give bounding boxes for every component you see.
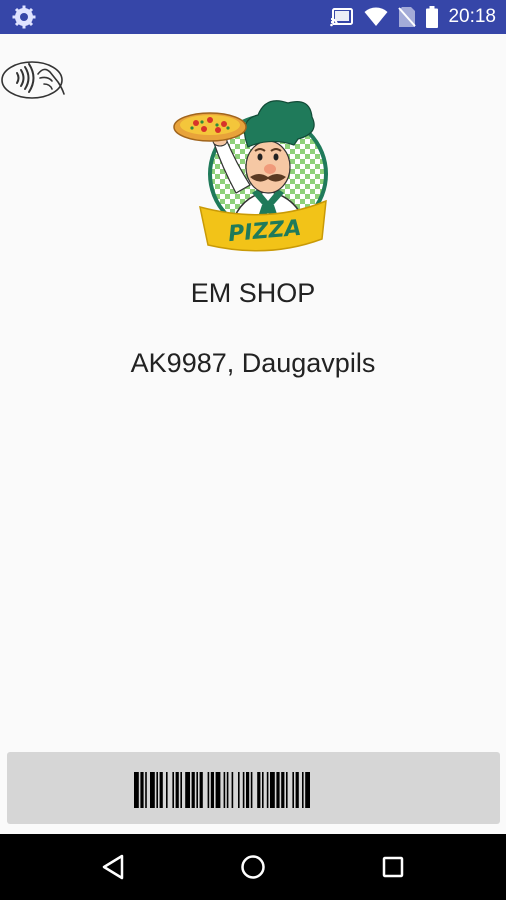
shop-name: EM SHOP [190, 278, 316, 308]
no-sim-icon [398, 7, 417, 27]
battery-icon [426, 6, 439, 28]
status-bar: 20:18 [0, 0, 506, 34]
main-content: PIZZA EM SHOP AK9987, Daugavpils [0, 34, 506, 834]
back-button[interactable] [93, 847, 133, 887]
back-icon [102, 854, 124, 880]
home-button[interactable] [233, 847, 273, 887]
home-icon [241, 855, 265, 879]
shop-address: AK9987, Daugavpils [130, 348, 376, 378]
settings-gear-icon [12, 5, 36, 29]
barcode-image [134, 772, 310, 808]
wifi-icon [364, 7, 388, 26]
recents-icon [382, 856, 404, 878]
contactless-payment-icon[interactable] [0, 56, 70, 104]
recents-button[interactable] [373, 847, 413, 887]
cast-icon [330, 8, 354, 27]
status-time: 20:18 [448, 6, 496, 27]
navigation-bar [0, 834, 506, 900]
barcode-panel[interactable] [7, 752, 500, 824]
pizza-chef-logo: PIZZA [173, 100, 328, 252]
